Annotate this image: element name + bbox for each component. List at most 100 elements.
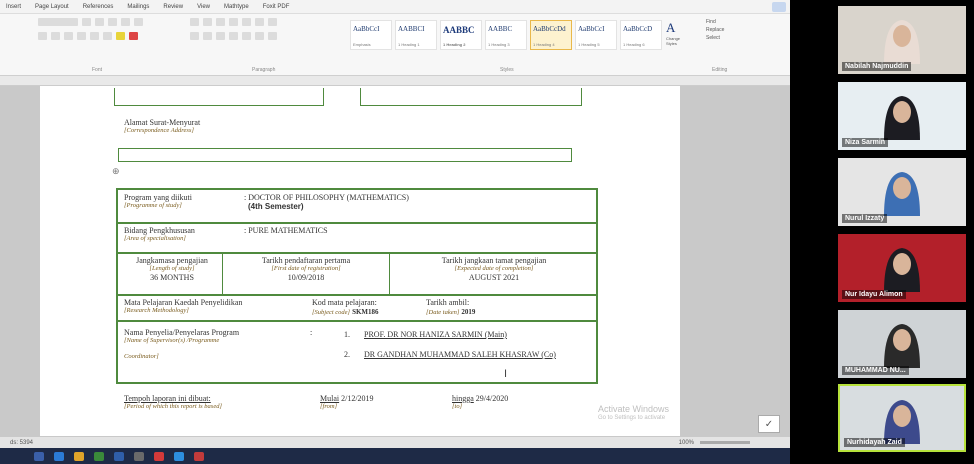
multilevel-icon[interactable] [216, 18, 225, 26]
find-button[interactable]: Find [706, 18, 724, 26]
clear-format-icon[interactable] [134, 18, 143, 26]
start-value: 2/12/2019 [341, 394, 374, 403]
tab-foxit-pdf[interactable]: Foxit PDF [263, 4, 290, 10]
participant-video [882, 166, 922, 216]
taken-date-label: Tarikh ambil: [426, 298, 470, 307]
group-label-paragraph: Paragraph [252, 67, 276, 73]
numbering-icon[interactable] [203, 18, 212, 26]
style-sample: AABBCI [398, 25, 425, 33]
align-left-icon[interactable] [190, 32, 199, 40]
participant-name: Nurul Izzaty [842, 214, 888, 223]
editing-group: Find Replace Select [706, 18, 724, 42]
ribbon: Font Paragraph AaBbCcI Emphasis AABBCI 1 H… [0, 14, 790, 76]
field-label-en: [Area of specialisation] [124, 235, 186, 243]
pdf-icon[interactable] [154, 451, 164, 461]
bullets-icon[interactable] [190, 18, 199, 26]
tab-mailings[interactable]: Mailings [127, 4, 149, 10]
zoom-app-icon[interactable] [174, 451, 184, 461]
select-button[interactable]: Select [706, 34, 724, 42]
tab-insert[interactable]: Insert [6, 4, 21, 10]
participant-tile[interactable]: Nur Idayu Alimon [838, 234, 966, 302]
style-caption: 1 Heading 6 [623, 42, 645, 47]
participant-tile[interactable]: Nurul Izzaty [838, 158, 966, 226]
increase-indent-icon[interactable] [242, 18, 251, 26]
first-reg-value: 10/09/2018 [287, 272, 325, 282]
start-icon[interactable] [34, 451, 44, 461]
status-page: ds: 5394 [10, 439, 34, 446]
supervisor-label: Nama Penyelia/Penyelaras Program [Name o… [124, 328, 239, 360]
address-label: Alamat Surat-Menyurat [Correspondence Ad… [124, 118, 200, 135]
duration-value: 36 MONTHS [150, 272, 194, 282]
tab-mathtype[interactable]: Mathtype [224, 4, 249, 10]
address-label-text: Alamat Surat-Menyurat [124, 118, 201, 127]
table-move-handle-icon[interactable]: ⊕ [112, 166, 120, 177]
borders-icon[interactable] [268, 32, 277, 40]
tab-review[interactable]: Review [163, 4, 183, 10]
app-icon[interactable] [94, 451, 104, 461]
supervisor-colon: : [310, 328, 313, 337]
horizontal-ruler[interactable] [0, 76, 790, 86]
word-icon[interactable] [114, 451, 124, 461]
align-center-icon[interactable] [203, 32, 212, 40]
zoom-level[interactable]: 100% [679, 440, 694, 446]
sort-icon[interactable] [255, 18, 264, 26]
grow-font-icon[interactable] [95, 18, 104, 26]
bold-icon[interactable] [38, 32, 47, 40]
justify-icon[interactable] [229, 32, 238, 40]
activate-windows-watermark: Activate Windows Go to Settings to activ… [598, 404, 669, 422]
highlight-icon[interactable] [116, 32, 125, 40]
italic-icon[interactable] [51, 32, 60, 40]
shading-icon[interactable] [255, 32, 264, 40]
participant-tile[interactable]: MUHAMMAD NU... [838, 310, 966, 378]
style-heading-1[interactable]: AABBCI 1 Heading 1 [395, 20, 437, 50]
style-heading-4[interactable]: AaBbCcDd 1 Heading 4 [530, 20, 572, 50]
table-cell [360, 88, 582, 106]
strikethrough-icon[interactable] [77, 32, 86, 40]
underline-icon[interactable] [64, 32, 73, 40]
document-area[interactable]: Alamat Surat-Menyurat [Correspondence Ad… [0, 86, 790, 436]
taken-date-value: 2019 [461, 308, 476, 317]
folder-icon[interactable] [74, 451, 84, 461]
help-icon[interactable] [772, 1, 786, 12]
font-size-dropdown[interactable] [82, 18, 91, 26]
zoom-slider[interactable] [700, 441, 750, 444]
app-icon[interactable] [134, 451, 144, 461]
change-styles-label: Change Styles [666, 36, 681, 46]
participant-tile[interactable]: Nabilah Najmuddin [838, 6, 966, 74]
participant-tile[interactable]: Nurhidayah Zaid [838, 384, 966, 452]
app-icon[interactable] [194, 451, 204, 461]
font-color-icon[interactable] [129, 32, 138, 40]
pilcrow-icon[interactable] [268, 18, 277, 26]
program-value: : DOCTOR OF PHILOSOPHY (MATHEMATICS) (4t… [244, 193, 409, 211]
replace-button[interactable]: Replace [706, 26, 724, 34]
shrink-font-icon[interactable] [108, 18, 117, 26]
first-reg-label: Tarikh pendaftaran pertama [261, 256, 351, 265]
duration-label-en: [Length of study] [149, 265, 195, 273]
participant-name: MUHAMMAD NU... [842, 366, 909, 375]
style-heading-3[interactable]: AABBC 1 Heading 3 [485, 20, 527, 50]
document-page[interactable]: Alamat Surat-Menyurat [Correspondence Ad… [40, 86, 680, 436]
subscript-icon[interactable] [90, 32, 99, 40]
style-heading-2[interactable]: AABBC 1 Heading 2 [440, 20, 482, 50]
change-case-icon[interactable] [121, 18, 130, 26]
participant-tile[interactable]: Niza Sarmin [838, 82, 966, 150]
superscript-icon[interactable] [103, 32, 112, 40]
font-name-dropdown[interactable] [38, 18, 78, 26]
address-field[interactable] [118, 148, 572, 162]
tab-page-layout[interactable]: Page Layout [35, 4, 69, 10]
app-icon[interactable] [54, 451, 64, 461]
decrease-indent-icon[interactable] [229, 18, 238, 26]
line-spacing-icon[interactable] [242, 32, 251, 40]
tab-view[interactable]: View [197, 4, 210, 10]
tab-references[interactable]: References [83, 4, 114, 10]
align-right-icon[interactable] [216, 32, 225, 40]
expected-end-label: Tarikh jangkaan tamat pengajian [441, 256, 547, 265]
course-code: Kod mata pelajaran: [Subject code] SKM18… [312, 298, 379, 317]
style-emphasis[interactable]: AaBbCcI Emphasis [350, 20, 392, 50]
style-caption: Emphasis [353, 42, 371, 47]
field-label: Bidang Pengkhususan [Area of specialisat… [124, 226, 195, 243]
style-heading-5[interactable]: AaBbCcI 1 Heading 5 [575, 20, 617, 50]
change-styles-button[interactable]: A Change Styles [666, 20, 688, 50]
checkmark-icon[interactable]: ✓ [758, 415, 780, 433]
style-heading-6[interactable]: AaBbCcD 1 Heading 6 [620, 20, 662, 50]
